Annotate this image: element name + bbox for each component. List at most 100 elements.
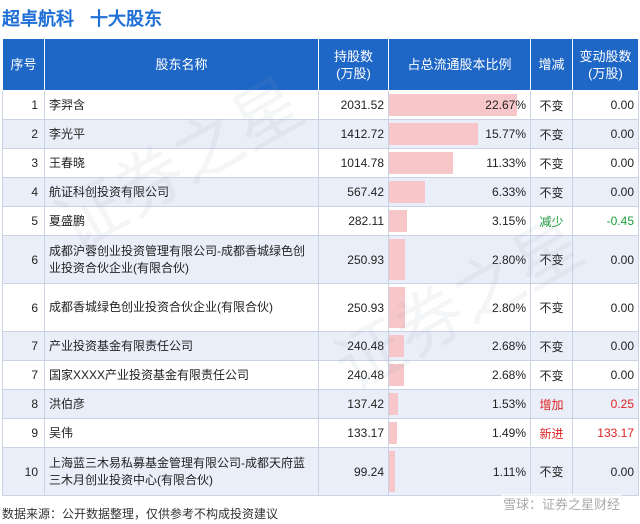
float-ratio-cell: 2.68% [388, 331, 531, 361]
share-delta: 0.00 [572, 447, 639, 496]
row-index: 9 [2, 418, 45, 448]
float-ratio-cell: 1.11% [388, 447, 531, 496]
company-name: 超卓航科 [2, 9, 74, 29]
change-status: 不变 [530, 119, 573, 149]
shareholder-name: 吴伟 [44, 418, 319, 448]
ratio-bar [389, 335, 405, 357]
table-row: 6 成都沪蓉创业投资管理有限公司-成都香城绿色创业投资合伙企业(有限合伙) 250.… [2, 235, 639, 284]
header-delta-line2: (万股) [588, 65, 623, 81]
shares-held: 240.48 [318, 331, 389, 361]
share-delta: 0.00 [572, 360, 639, 390]
share-delta: 0.00 [572, 90, 639, 120]
shares-held: 250.93 [318, 235, 389, 284]
ratio-bar [389, 451, 396, 492]
row-index: 6 [2, 283, 45, 332]
float-ratio-cell: 6.33% [388, 177, 531, 207]
share-delta: 133.17 [572, 418, 639, 448]
header-delta: 变动股数 (万股) [572, 38, 639, 91]
shareholder-name: 王春晓 [44, 148, 319, 178]
float-ratio-cell: 2.80% [388, 283, 531, 332]
share-delta: 0.25 [572, 389, 639, 419]
ratio-value: 22.67% [485, 98, 526, 112]
change-status: 不变 [530, 360, 573, 390]
shareholder-name: 航证科创投资有限公司 [44, 177, 319, 207]
shareholder-name: 国家XXXX产业投资基金有限责任公司 [44, 360, 319, 390]
change-status: 不变 [530, 148, 573, 178]
share-delta: 0.00 [572, 283, 639, 332]
title-bar: 超卓航科 十大股东 [0, 0, 640, 36]
ratio-value: 2.80% [491, 300, 526, 315]
ratio-bar [389, 152, 453, 174]
ratio-bar [389, 364, 405, 386]
shareholder-name: 洪伯彦 [44, 389, 319, 419]
shareholder-name: 成都香城绿色创业投资合伙企业(有限合伙) [44, 283, 319, 332]
share-delta: 0.00 [572, 148, 639, 178]
change-status: 减少 [530, 206, 573, 236]
shares-held: 240.48 [318, 360, 389, 390]
row-index: 7 [2, 331, 45, 361]
change-status: 不变 [530, 90, 573, 120]
ratio-value: 2.80% [491, 252, 526, 267]
change-status: 新进 [530, 418, 573, 448]
row-index: 1 [2, 90, 45, 120]
float-ratio-cell: 2.80% [388, 235, 531, 284]
row-index: 4 [2, 177, 45, 207]
change-status: 不变 [530, 447, 573, 496]
float-ratio-cell: 1.49% [388, 418, 531, 448]
header-shares-line1: 持股数 [333, 48, 373, 64]
ratio-value: 6.33% [491, 185, 526, 199]
shareholder-name: 李羿含 [44, 90, 319, 120]
header-change: 增减 [530, 38, 573, 91]
shares-held: 1014.78 [318, 148, 389, 178]
float-ratio-cell: 2.68% [388, 360, 531, 390]
table-row: 2 李光平 1412.72 15.77% 不变 0.00 [2, 119, 639, 149]
shares-held: 2031.52 [318, 90, 389, 120]
share-delta: 0.00 [572, 177, 639, 207]
table-row: 5 夏盛鹏 282.11 3.15% 减少 -0.45 [2, 206, 639, 236]
change-status: 增加 [530, 389, 573, 419]
change-status: 不变 [530, 235, 573, 284]
header-name: 股东名称 [44, 38, 319, 91]
table-row: 1 李羿含 2031.52 22.67% 不变 0.00 [2, 90, 639, 120]
ratio-bar [389, 210, 407, 232]
shareholder-name: 成都沪蓉创业投资管理有限公司-成都香城绿色创业投资合伙企业(有限合伙) [44, 235, 319, 284]
corner-watermark: 雪球：证券之星财经 [500, 494, 622, 513]
page-subtitle: 十大股东 [90, 9, 162, 29]
shares-held: 99.24 [318, 447, 389, 496]
ratio-value: 2.68% [491, 368, 526, 382]
share-delta: 0.00 [572, 331, 639, 361]
ratio-value: 3.15% [491, 214, 526, 228]
ratio-value: 1.53% [491, 397, 526, 411]
table-row: 7 产业投资基金有限责任公司 240.48 2.68% 不变 0.00 [2, 331, 639, 361]
header-ratio: 占总流通股本比例 [388, 38, 531, 91]
row-index: 7 [2, 360, 45, 390]
header-delta-line1: 变动股数 [579, 48, 632, 64]
ratio-bar [389, 393, 398, 415]
shares-held: 133.17 [318, 418, 389, 448]
table-header-row: 序号 股东名称 持股数 (万股) 占总流通股本比例 增减 变动股数 (万股) [2, 38, 639, 91]
header-shares-line2: (万股) [336, 65, 371, 81]
change-status: 不变 [530, 283, 573, 332]
header-shares: 持股数 (万股) [318, 38, 389, 91]
ratio-bar [389, 239, 405, 280]
float-ratio-cell: 1.53% [388, 389, 531, 419]
share-delta: 0.00 [572, 235, 639, 284]
shareholder-name: 产业投资基金有限责任公司 [44, 331, 319, 361]
ratio-bar [389, 287, 405, 328]
ratio-value: 1.49% [491, 426, 526, 440]
shares-held: 567.42 [318, 177, 389, 207]
float-ratio-cell: 11.33% [388, 148, 531, 178]
ratio-value: 15.77% [485, 127, 526, 141]
ratio-value: 1.11% [492, 464, 526, 479]
row-index: 3 [2, 148, 45, 178]
shareholder-name: 上海蓝三木易私募基金管理有限公司-成都天府蓝三木月创业投资中心(有限合伙) [44, 447, 319, 496]
ratio-bar [389, 123, 478, 145]
table-row: 4 航证科创投资有限公司 567.42 6.33% 不变 0.00 [2, 177, 639, 207]
float-ratio-cell: 15.77% [388, 119, 531, 149]
table-row: 3 王春晓 1014.78 11.33% 不变 0.00 [2, 148, 639, 178]
shares-held: 250.93 [318, 283, 389, 332]
shares-held: 282.11 [318, 206, 389, 236]
header-index: 序号 [2, 38, 45, 91]
float-ratio-cell: 22.67% [388, 90, 531, 120]
table-row: 8 洪伯彦 137.42 1.53% 增加 0.25 [2, 389, 639, 419]
